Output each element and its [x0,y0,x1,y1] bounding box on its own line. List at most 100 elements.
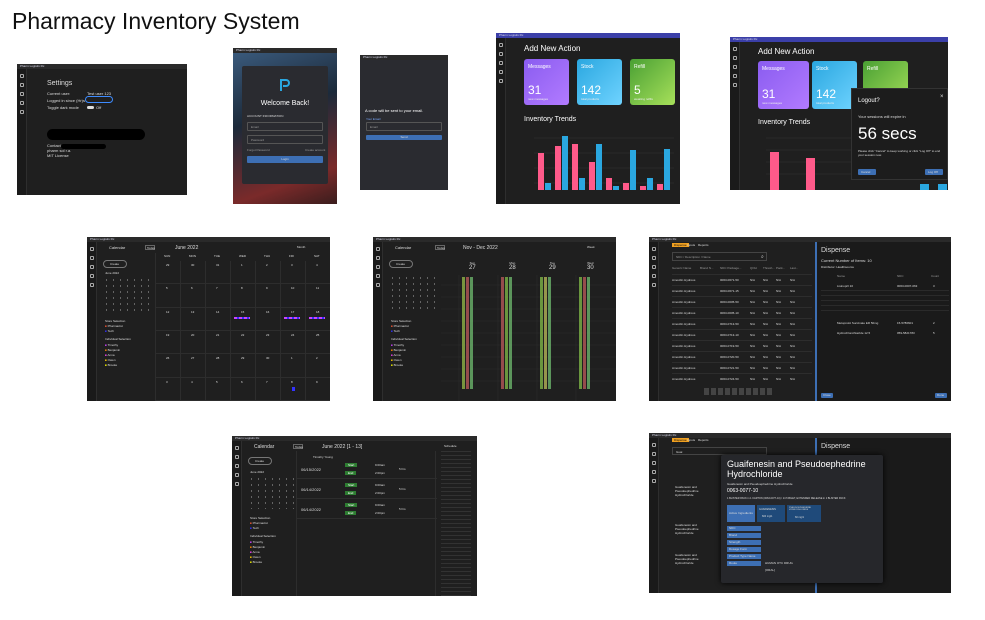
close-button[interactable]: Close [821,393,833,398]
generic-name-cell[interactable]: Guaifenesin and Pseudoephedrine Hydrochl… [675,553,699,565]
messages-card[interactable]: Messages 31 new messages [758,61,809,109]
day-cell[interactable]: 11 [306,284,330,308]
table-row[interactable]: Amoxilin Hydrous 0063-0724-50 N/A N/A N/A N/A [672,373,812,384]
column-header[interactable]: Last... [790,266,798,270]
person-item[interactable]: ■ Anna [391,353,401,357]
login-button[interactable]: Login [247,156,323,163]
refill-card[interactable]: Refill 5 awaiting refills [630,59,675,105]
home-icon[interactable] [375,247,380,251]
panel-row-name[interactable]: Metoprolol Succinate ER 50mg [837,321,878,325]
day-cell[interactable]: 25 [306,331,330,355]
table-row[interactable]: Amoxilin Hydrous 0063-0671-50 N/A N/A N/A N/A [672,274,812,285]
calendar-icon[interactable] [498,70,503,74]
today-button[interactable]: Today [293,444,303,449]
password-field[interactable]: Password [247,135,323,144]
store-item[interactable]: ■ Pharmacist [391,324,409,328]
table-row[interactable]: Amoxilin Hydrous 0063-0721-50 N/A N/A N/A N/A [672,362,812,373]
person-item[interactable]: ■ Benjamin [105,348,120,352]
day-cell[interactable]: 29 [156,261,181,285]
panel-row-name[interactable]: Lisinopril 10 [837,284,853,288]
view-select[interactable]: Week [587,245,595,249]
person-item[interactable]: ■ Timothy [250,540,263,544]
logout-icon[interactable] [651,479,656,483]
day-cell[interactable]: 4 [181,377,206,401]
nav-rail[interactable] [232,441,242,596]
person-item[interactable]: ■ Anna [250,550,260,554]
person-item[interactable]: ■ Benjamin [391,348,406,352]
nav-rail[interactable] [373,242,383,401]
dark-mode-toggle[interactable] [87,106,94,109]
pill-icon[interactable] [89,265,94,269]
search-input[interactable]: NDC / Description / Name ⌕ [672,252,767,261]
email-field[interactable]: Email [247,122,323,131]
day-cell[interactable]: 21 [206,331,231,355]
day-cell[interactable]: 30 [181,261,206,285]
logout-icon[interactable] [498,79,503,83]
person-item[interactable]: ■ Timothy [391,343,404,347]
gear-icon[interactable] [732,56,737,60]
nav-rail[interactable] [649,438,659,593]
day-cell[interactable]: 20 [181,331,206,355]
day-cell[interactable]: 5 [156,284,181,308]
tab-inputs[interactable]: Inputs [687,243,695,247]
gear-icon[interactable] [19,83,24,87]
gear-icon[interactable] [375,256,380,260]
schedule-row[interactable]: End 2:00pm 5 hrs [297,487,437,499]
view-select[interactable]: Schedule [444,444,457,448]
day-cell[interactable]: 3 [156,377,181,401]
mini-calendar[interactable] [103,277,153,312]
home-icon[interactable] [651,247,656,251]
schedule-row[interactable]: 06/14/2022 Start 9:00am [297,483,437,492]
pill-icon[interactable] [375,265,380,269]
pill-icon[interactable] [498,61,503,65]
day-cell[interactable]: 12 [156,307,181,331]
day-cell[interactable]: 19 [156,331,181,355]
home-icon[interactable] [651,443,656,447]
column-header[interactable]: Pack... [776,266,785,270]
table-row[interactable]: Amoxilin Hydrous 0063-0005-10 N/A N/A N/A N/A [672,307,812,318]
day-cell[interactable]: 7 [256,377,281,401]
messages-card[interactable]: Messages 31 new messages [524,59,569,105]
logout-icon[interactable] [732,83,737,87]
column-header[interactable]: QOH [750,266,757,270]
table-row[interactable]: Amoxilin Hydrous 0063-0720-50 N/A N/A N/A N/A [672,351,812,362]
home-icon[interactable] [89,247,94,251]
nav-rail[interactable] [496,38,506,204]
day-cell[interactable]: 10 [281,284,306,308]
month-grid[interactable]: SUN MON TUE WED THU FRI SAT 29 30 31 1 2 3 4 5 6 7 8 9 10 11… [155,253,330,401]
day-cell[interactable]: 5 [206,377,231,401]
reset-email-field[interactable]: Email [366,122,442,131]
day-cell[interactable]: 7 [206,284,231,308]
person-item[interactable]: ■ Anna [105,353,115,357]
calendar-icon[interactable] [651,274,656,278]
table-row[interactable]: Amoxilin Hydrous 0063-0713-50 N/A N/A N/A N/A [672,318,812,329]
done-button[interactable]: Done [935,393,947,398]
calendar-icon[interactable] [89,274,94,278]
close-icon[interactable]: × [940,94,944,100]
pill-icon[interactable] [234,464,239,468]
day-cell[interactable]: 29 [231,354,256,378]
day-cell[interactable]: 15 [231,307,256,331]
generic-name-cell[interactable]: Guaifenesin and Pseudoephedrine Hydrochl… [675,485,699,497]
create-button[interactable]: Create [248,457,272,465]
day-cell[interactable]: 14 [206,307,231,331]
calendar-icon[interactable] [375,274,380,278]
create-account-link[interactable]: Create account [305,148,325,152]
day-cell[interactable]: 13 [181,307,206,331]
calendar-icon[interactable] [19,101,24,105]
day-cell[interactable]: 1 [281,354,306,378]
nav-rail[interactable] [730,42,740,190]
inventory-table[interactable]: Generic Name Brand N... NDC Package... QOH T… [672,264,812,386]
table-row[interactable]: Amoxilin Hydrous 0063-0005-50 N/A N/A N/A N/A [672,296,812,307]
mini-calendar[interactable] [248,476,298,509]
schedule-row[interactable]: 06/14/2022 Start 9:00am [297,503,437,512]
view-select[interactable]: Month [297,245,305,249]
event-chip[interactable] [284,316,300,319]
day-cell[interactable]: 8 [281,377,306,401]
tab-inputs[interactable]: Inputs [687,438,695,442]
calendar-icon[interactable] [651,470,656,474]
person-item[interactable]: ■ Benjamin [250,545,265,549]
day-cell[interactable]: 18 [306,308,330,331]
tab-reports[interactable]: Reports [698,438,709,442]
store-item[interactable]: ■ Tech [391,329,400,333]
